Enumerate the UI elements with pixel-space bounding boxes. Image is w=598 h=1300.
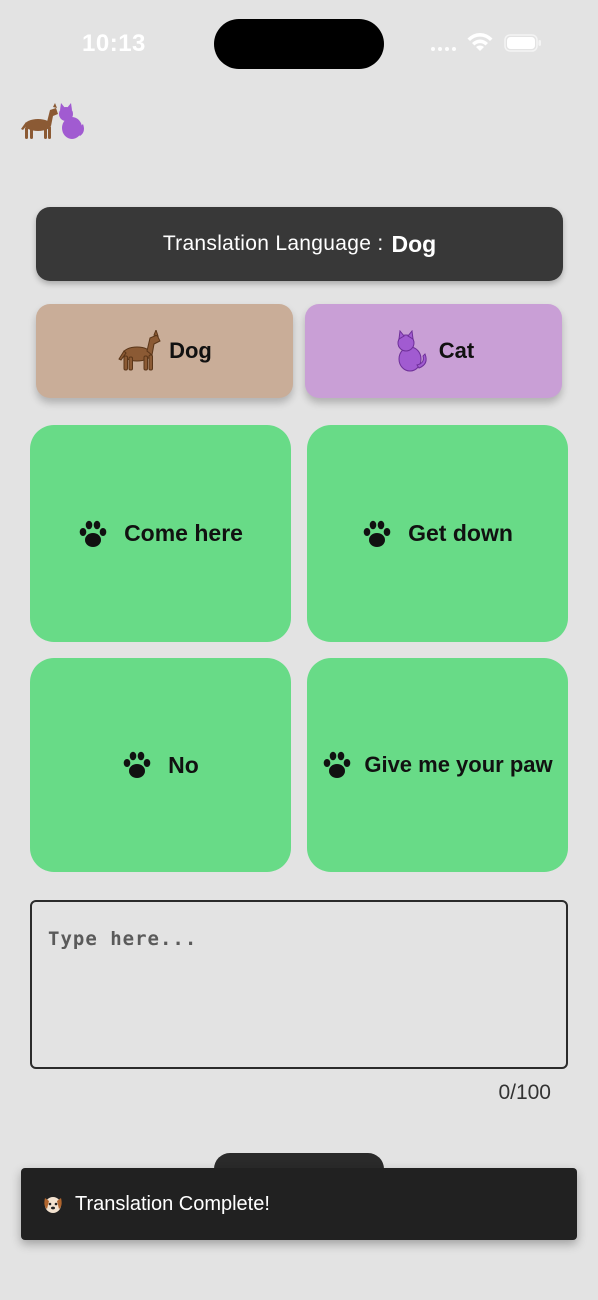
dog-icon bbox=[117, 330, 161, 372]
paw-icon bbox=[122, 750, 152, 780]
phrase-label: Give me your paw bbox=[364, 752, 553, 777]
toast-message: Translation Complete! bbox=[75, 1192, 270, 1215]
phrase-label: No bbox=[168, 751, 199, 778]
app-logo bbox=[20, 102, 86, 142]
toast-notification: Translation Complete! bbox=[21, 1168, 577, 1240]
paw-icon bbox=[362, 519, 392, 549]
phrase-label: Get down bbox=[408, 520, 513, 546]
phrase-card-come-here[interactable]: Come here bbox=[30, 425, 291, 642]
phrase-card-give-me-your-paw[interactable]: Give me your paw bbox=[307, 658, 568, 872]
cat-select-button[interactable]: Cat bbox=[305, 304, 562, 398]
language-label: Translation Language : bbox=[162, 232, 384, 255]
paw-icon bbox=[322, 750, 352, 780]
dynamic-island bbox=[214, 19, 384, 69]
status-time: 10:13 bbox=[82, 30, 146, 57]
character-counter: 0/100 bbox=[498, 1081, 551, 1104]
signal-icon bbox=[431, 35, 456, 51]
app-screen: 10:13 Translation Language: Dog Dog Cat… bbox=[0, 0, 598, 1300]
translation-language-banner: Translation Language : Dog bbox=[36, 207, 563, 281]
dog-label: Dog bbox=[169, 338, 212, 363]
battery-icon bbox=[504, 34, 542, 52]
translation-input[interactable] bbox=[30, 900, 568, 1069]
phrase-label: Come here bbox=[124, 520, 243, 546]
dog-select-button[interactable]: Dog bbox=[36, 304, 293, 398]
language-value: Dog bbox=[391, 230, 437, 257]
phrase-card-get-down[interactable]: Get down bbox=[307, 425, 568, 642]
cat-icon bbox=[393, 330, 431, 372]
phrase-card-no[interactable]: No bbox=[30, 658, 291, 872]
dog-face-icon bbox=[41, 1192, 65, 1216]
wifi-icon bbox=[466, 33, 494, 53]
cat-label: Cat bbox=[438, 338, 475, 363]
paw-icon bbox=[78, 519, 108, 549]
status-icons bbox=[431, 33, 542, 53]
